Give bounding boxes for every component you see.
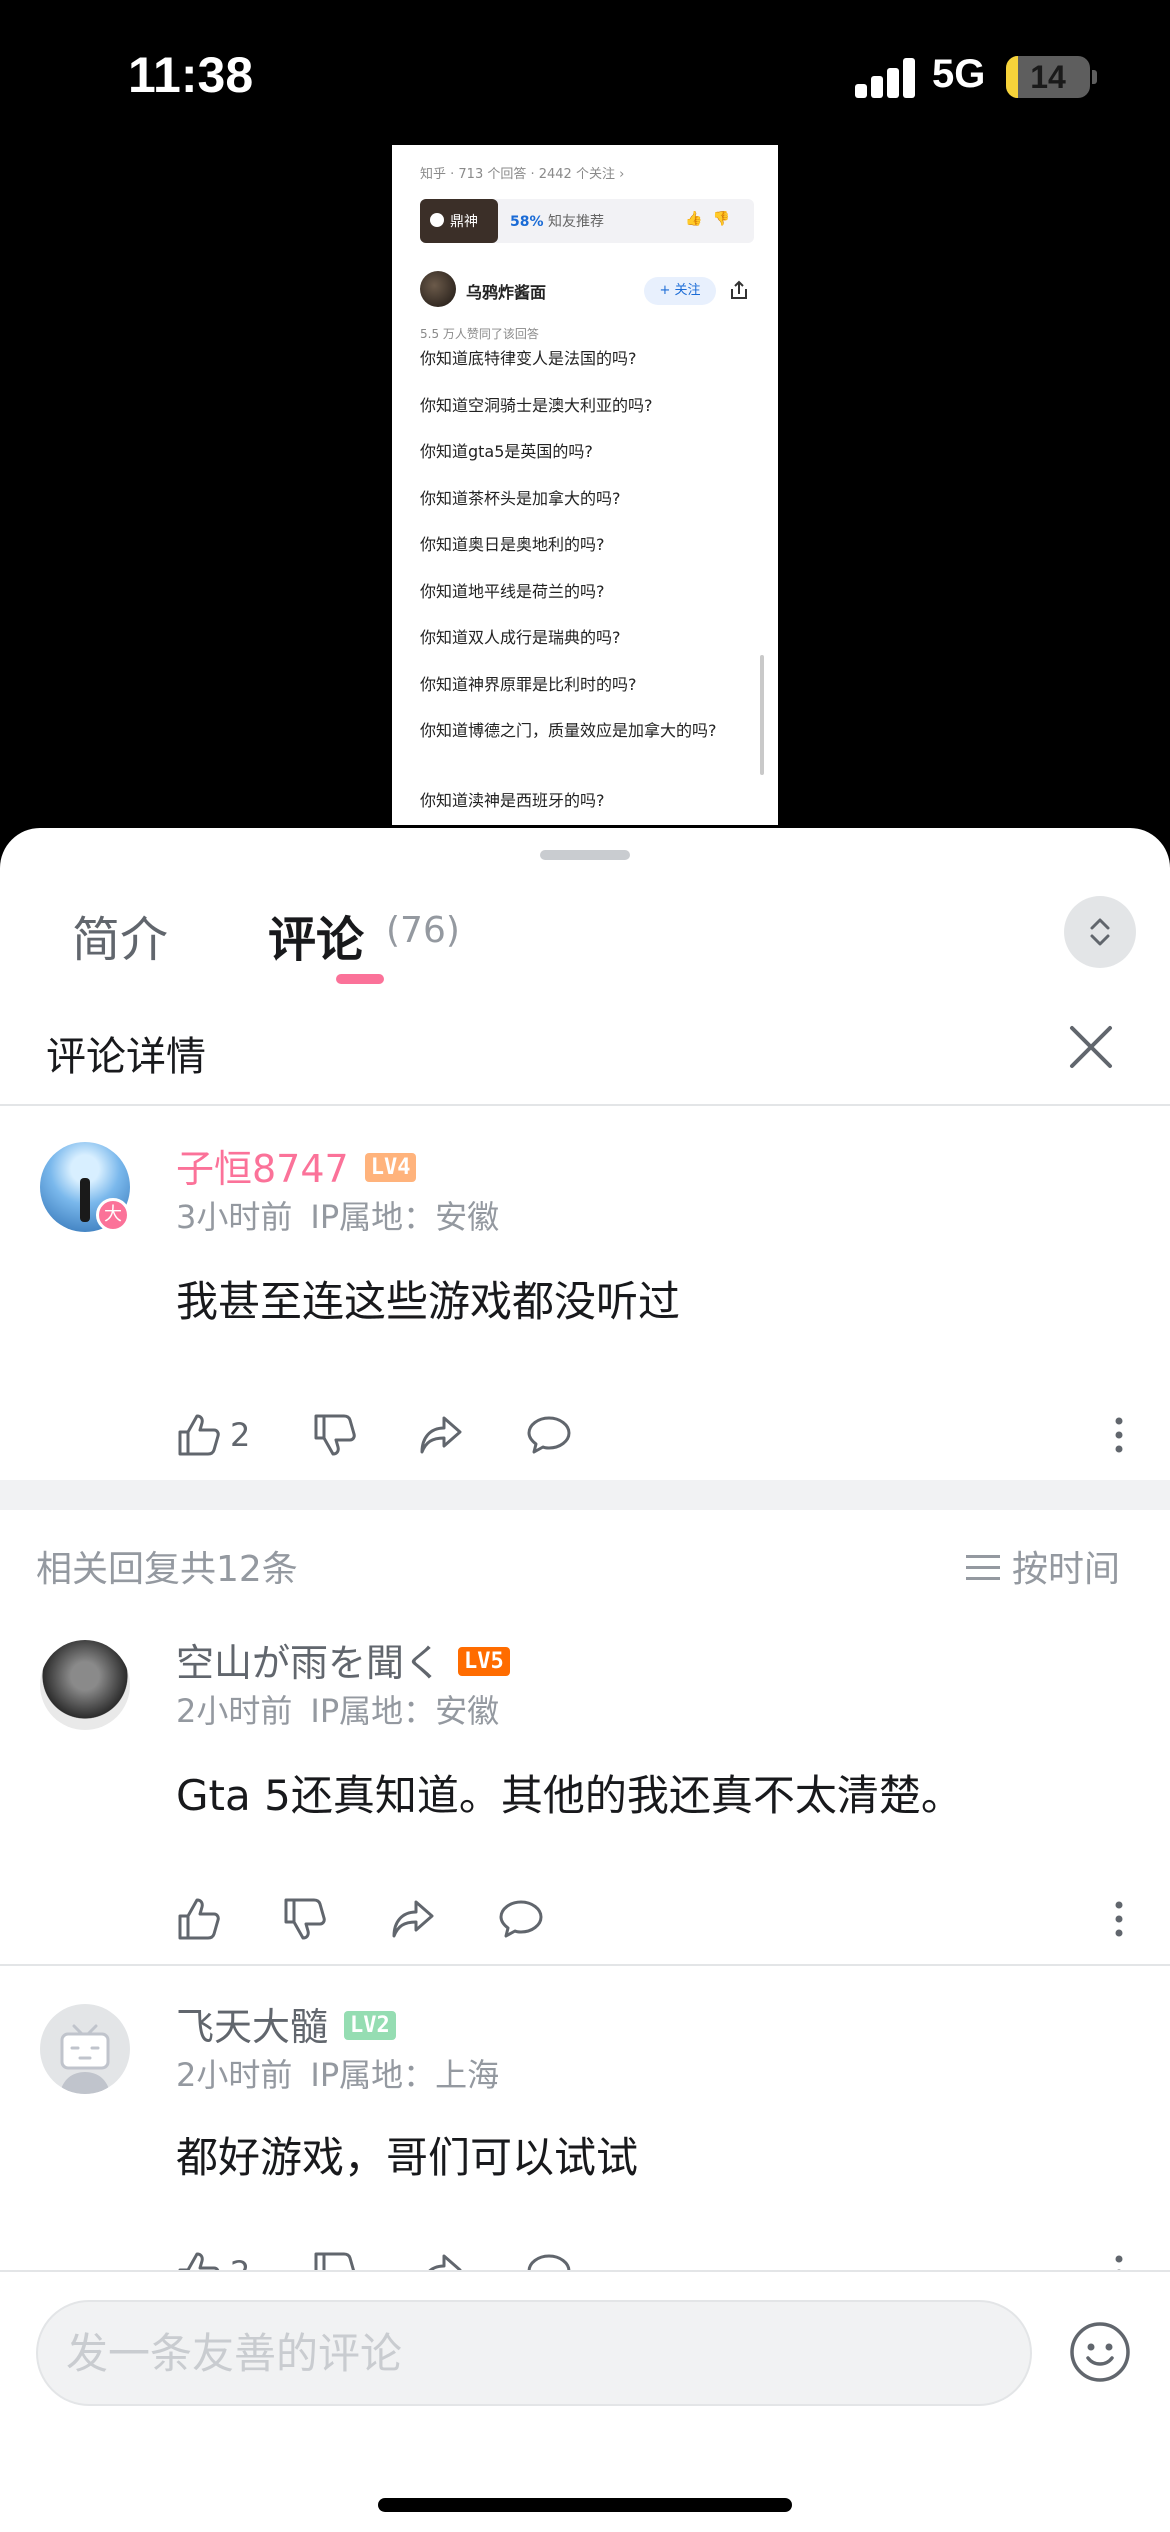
more-vertical-icon: [1115, 1417, 1123, 1453]
thumbs-down-icon: [284, 1898, 326, 1940]
video-line: 你知道茶杯头是加拿大的吗?: [420, 488, 621, 508]
expand-collapse-button[interactable]: [1064, 896, 1136, 968]
comment-text: 我甚至连这些游戏都没听过: [176, 1277, 681, 1326]
video-author-name: 乌鸦炸酱面: [466, 283, 547, 302]
video-question-meta: 知乎 · 713 个回答 · 2442 个关注 ›: [420, 167, 625, 182]
battery-level: 14: [1030, 59, 1066, 95]
comment-input[interactable]: [36, 2300, 1032, 2406]
battery-cap: [1092, 70, 1097, 84]
divider: [0, 1104, 1170, 1106]
comment-text: Gta 5还真知道。其他的我还真不太清楚。: [176, 1771, 963, 1820]
comment-count: (76): [386, 910, 460, 951]
tab-active-indicator: [336, 974, 384, 984]
dislike-button[interactable]: [312, 1412, 358, 1462]
tv-mascot-icon: [60, 2024, 110, 2094]
video-player[interactable]: 知乎 · 713 个回答 · 2442 个关注 › 鼎神 58% 知友推荐 👍👎…: [392, 145, 778, 825]
comment-actions: 2: [176, 1412, 1136, 1462]
video-line: 你知道博德之门，质量效应是加拿大的吗?: [420, 721, 717, 740]
thumbs-down-icon: [314, 1414, 356, 1456]
more-button[interactable]: [1096, 1412, 1142, 1462]
comment-username[interactable]: 空山が雨を聞く LV5: [176, 1632, 510, 1687]
comments-sheet: 简介 评论 (76) 评论详情 大 子恒8747 LV4 3小时前 IP属地：安徽 …: [0, 828, 1170, 2532]
reply-button[interactable]: [498, 1896, 544, 1946]
video-author-avatar: [420, 271, 456, 307]
dislike-button[interactable]: [282, 1896, 328, 1946]
thumbs-up-icon: [178, 1414, 220, 1456]
comment-meta: 2小时前 IP属地：安徽: [176, 1692, 500, 1730]
comment-username[interactable]: 子恒8747 LV4: [176, 1138, 417, 1193]
replies-count: 相关回复共12条: [36, 1549, 298, 1590]
video-line: 你知道神界原罪是比利时的吗?: [420, 674, 637, 694]
video-line: 你知道双人成行是瑞典的吗?: [420, 628, 621, 647]
sheet-grabber[interactable]: [540, 850, 630, 860]
tab-comments[interactable]: 评论: [268, 900, 364, 970]
divider: [0, 1964, 1170, 1966]
video-line: 你知道gta5是英国的吗?: [420, 442, 593, 461]
status-time: 11:38: [128, 47, 254, 103]
comment-meta: 3小时前 IP属地：安徽: [176, 1198, 500, 1236]
video-likes-text: 5.5 万人赞同了该回答: [420, 327, 539, 341]
battery-icon: 14: [1006, 56, 1090, 98]
video-answer-lines: 你知道底特律变人是法国的吗? 你知道空洞骑士是澳大利亚的吗? 你知道gta5是英…: [420, 347, 750, 825]
video-follow-button: + 关注: [644, 277, 716, 305]
chat-bubble-icon: [499, 1900, 543, 1938]
video-line: 你知道渎神是西班牙的吗?: [420, 791, 605, 810]
comment-text: 都好游戏，哥们可以试试: [176, 2133, 639, 2182]
comment-meta: 2小时前 IP属地：上海: [176, 2056, 500, 2094]
video-line: 你知道地平线是荷兰的吗?: [420, 581, 605, 601]
level-badge: LV4: [364, 1153, 417, 1182]
share-button[interactable]: [390, 1896, 436, 1946]
comment-input-bar: [0, 2270, 1170, 2532]
share-button[interactable]: [418, 1412, 464, 1462]
level-badge: LV5: [458, 1647, 510, 1676]
like-button[interactable]: [176, 1896, 222, 1946]
video-line: 你知道底特律变人是法国的吗?: [420, 349, 637, 368]
like-button[interactable]: 2: [176, 1412, 250, 1462]
level-badge: LV2: [344, 2011, 396, 2040]
avatar[interactable]: 大: [40, 1142, 130, 1232]
more-button[interactable]: [1096, 1896, 1142, 1946]
emoji-icon[interactable]: [1068, 2320, 1132, 2384]
video-line: 你知道空洞骑士是澳大利亚的吗?: [420, 395, 653, 415]
comment-username[interactable]: 飞天大髓 LV2: [176, 1996, 396, 2051]
video-rec-card: 鼎神 58% 知友推荐 👍👎: [420, 199, 754, 243]
list-icon: [966, 1555, 1000, 1581]
section-gap: [0, 1480, 1170, 1510]
thumbs-up-icon: [178, 1898, 220, 1940]
share-arrow-icon: [392, 1900, 434, 1938]
video-rec-text: 58% 知友推荐: [510, 214, 604, 230]
reply-button[interactable]: [526, 1412, 572, 1462]
video-thumb-icons: 👍👎: [685, 211, 740, 227]
network-type: 5G: [932, 52, 986, 96]
video-line: 你知道奥日是奥地利的吗?: [420, 535, 605, 554]
detail-title: 评论详情: [46, 1034, 206, 1080]
chevron-up-down-icon: [1090, 918, 1110, 946]
like-count: 2: [230, 1416, 251, 1454]
video-scrollbar: [760, 655, 764, 775]
share-arrow-icon: [420, 1416, 462, 1454]
avatar[interactable]: [40, 2004, 130, 2094]
sort-button[interactable]: 按时间: [966, 1540, 1120, 1592]
vip-badge-icon: 大: [96, 1198, 130, 1232]
comment-actions: [176, 1896, 1136, 1946]
video-badge: 鼎神: [420, 199, 498, 243]
video-share-icon: [731, 280, 747, 299]
chat-bubble-icon: [527, 1416, 571, 1454]
signal-icon: [855, 58, 917, 98]
more-vertical-icon: [1115, 1901, 1123, 1937]
close-icon[interactable]: [1066, 1022, 1116, 1072]
tab-intro[interactable]: 简介: [72, 900, 168, 970]
status-bar: 11:38 5G 14: [0, 0, 1170, 150]
home-indicator[interactable]: [378, 2498, 792, 2512]
avatar[interactable]: [40, 1640, 130, 1730]
